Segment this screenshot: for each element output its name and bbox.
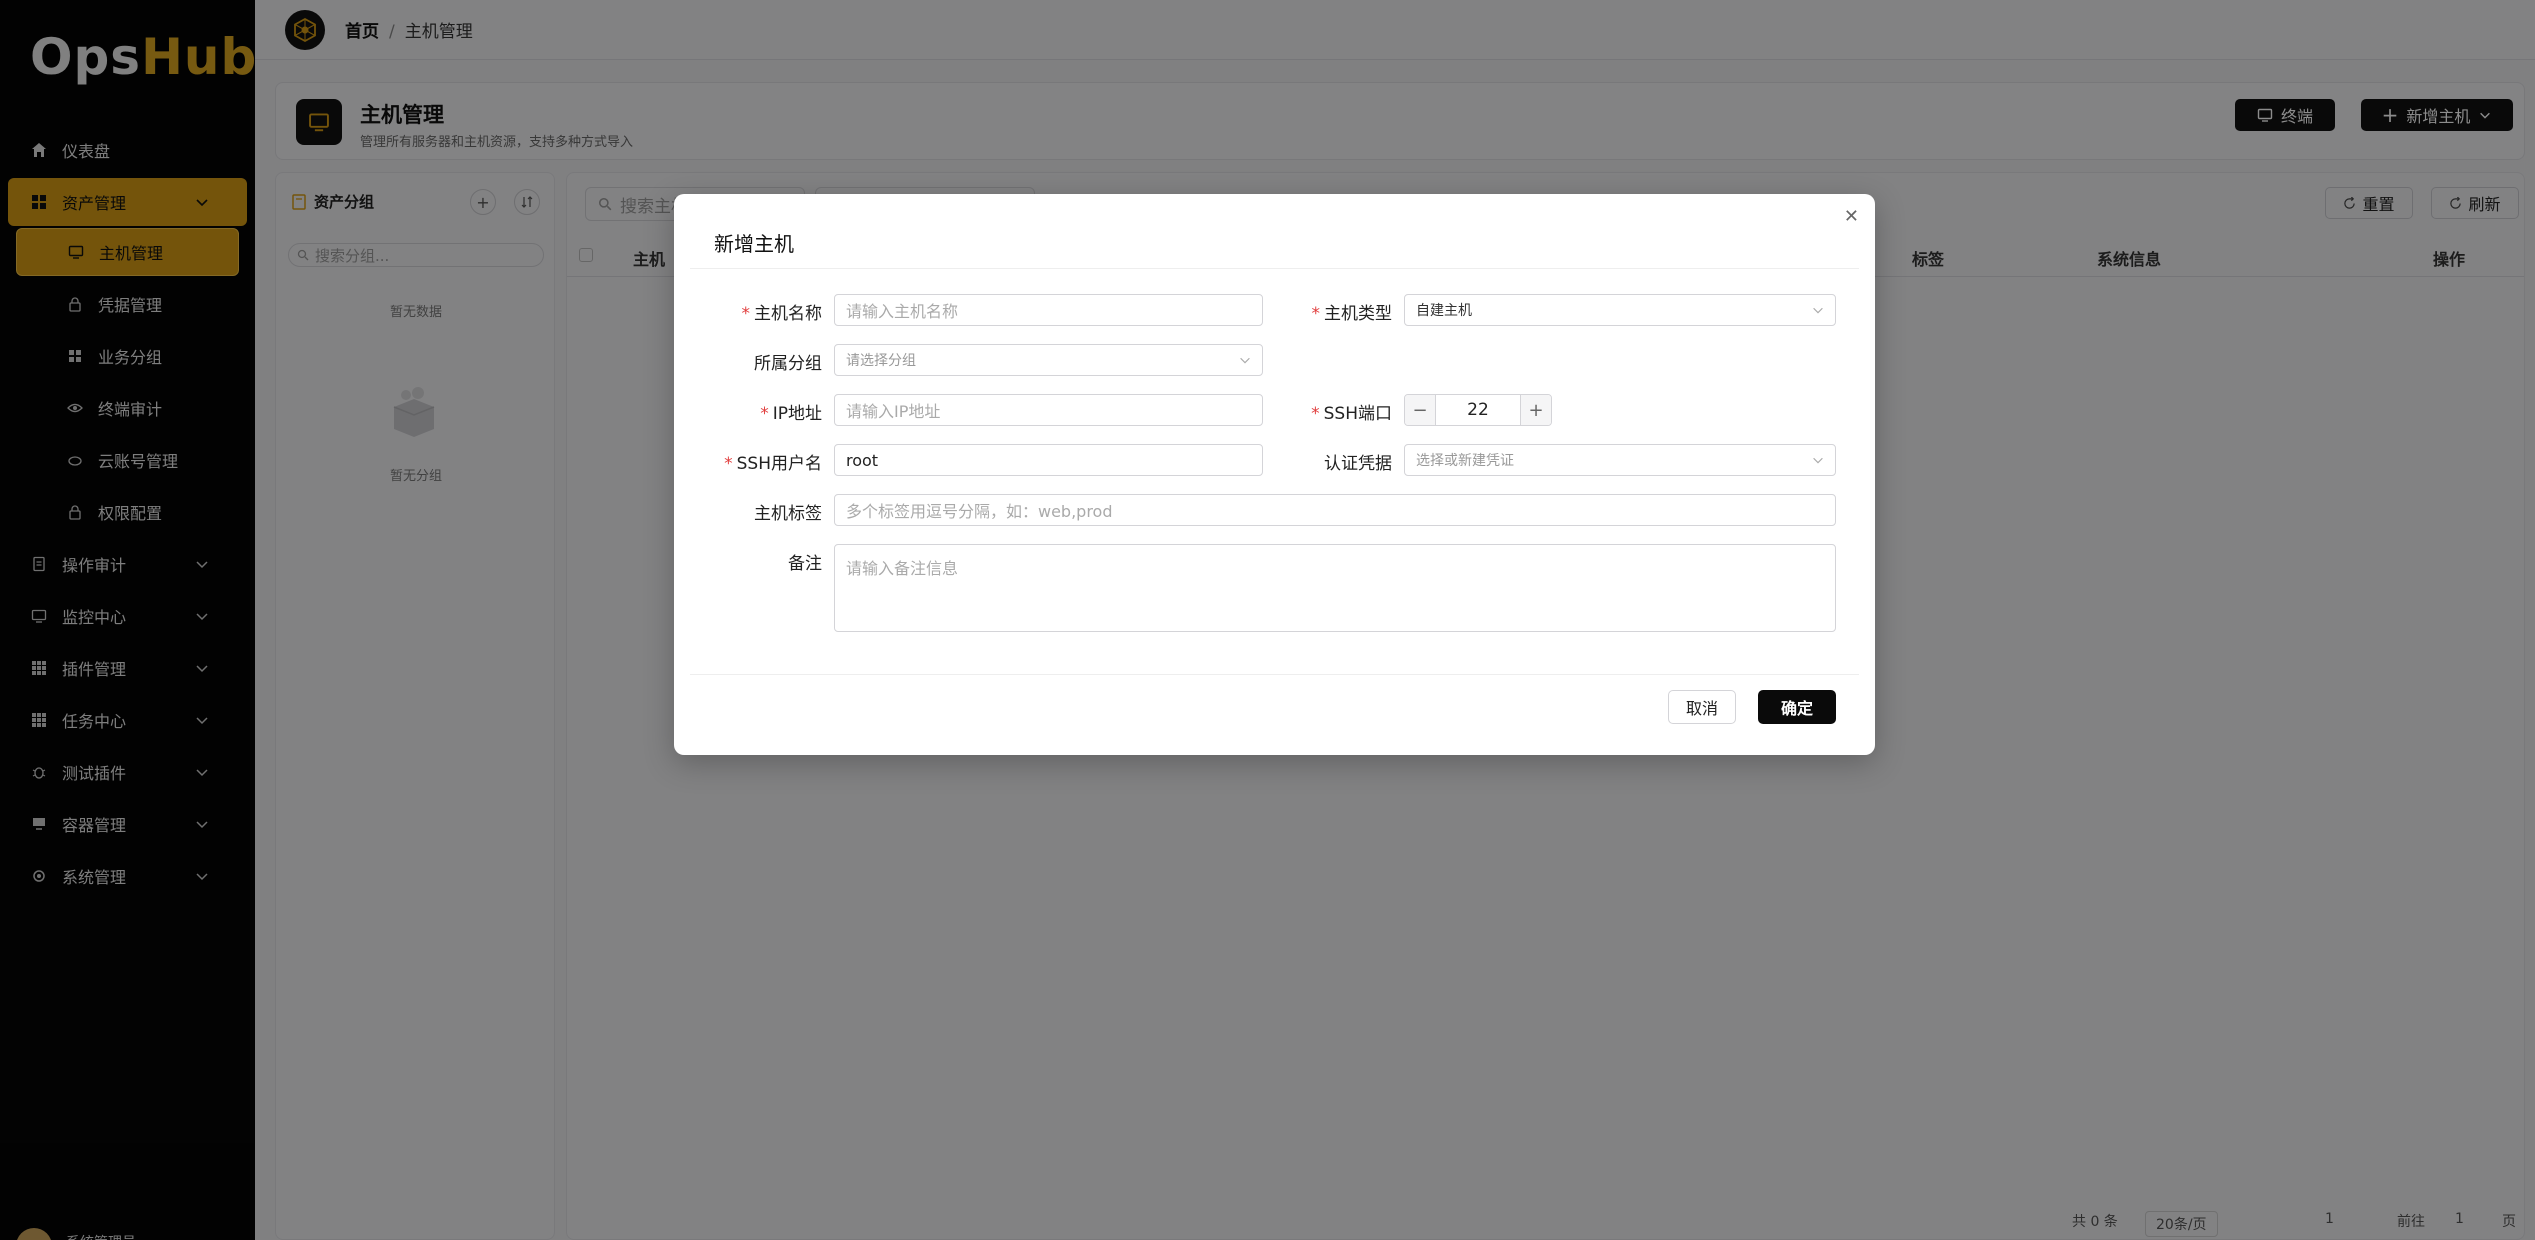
host-name-placeholder: 请输入主机名称 (846, 302, 959, 321)
host-type-label: * 主机类型 (1311, 304, 1393, 324)
remark-label: 备注 (788, 554, 822, 574)
credential-placeholder: 选择或新建凭证 (1416, 453, 1514, 469)
ssh-port-label: * SSH端口 (1311, 404, 1392, 424)
confirm-button[interactable]: 确定 (1758, 690, 1836, 724)
confirm-button-label: 确定 (1780, 699, 1813, 718)
add-host-dialog: 新增主机 ✕ * 主机名称 请输入主机名称 * 主机类型 自建主机 所属分组 请选择… (674, 194, 1875, 755)
ssh-user-value: root (846, 450, 879, 470)
host-type-value: 自建主机 (1416, 303, 1472, 319)
cancel-button-label: 取消 (1685, 699, 1718, 718)
ip-placeholder: 请输入IP地址 (846, 402, 941, 421)
chevron-down-icon (1813, 307, 1823, 314)
close-icon[interactable]: ✕ (1844, 206, 1859, 227)
tags-input[interactable]: 多个标签用逗号分隔，如：web,prod (834, 494, 1836, 526)
chevron-down-icon (1813, 457, 1823, 464)
ssh-port-value[interactable]: 22 (1435, 395, 1521, 425)
decrement-button[interactable]: − (1405, 395, 1435, 425)
chevron-down-icon (1240, 357, 1250, 364)
ssh-user-label: * SSH用户名 (724, 454, 822, 474)
host-name-input[interactable]: 请输入主机名称 (834, 294, 1263, 326)
divider (690, 674, 1859, 675)
ip-input[interactable]: 请输入IP地址 (834, 394, 1263, 426)
increment-button[interactable]: + (1521, 395, 1551, 425)
host-type-select[interactable]: 自建主机 (1404, 294, 1836, 326)
group-placeholder: 请选择分组 (846, 353, 916, 369)
tags-placeholder: 多个标签用逗号分隔，如：web,prod (846, 502, 1113, 521)
group-label: 所属分组 (754, 354, 822, 374)
tags-label: 主机标签 (754, 504, 822, 524)
credential-select[interactable]: 选择或新建凭证 (1404, 444, 1836, 476)
host-name-label: * 主机名称 (741, 304, 823, 324)
ssh-user-input[interactable]: root (834, 444, 1263, 476)
ip-label: * IP地址 (760, 404, 822, 424)
remark-textarea[interactable]: 请输入备注信息 (834, 544, 1836, 632)
cancel-button[interactable]: 取消 (1668, 690, 1736, 724)
ssh-port-stepper[interactable]: − 22 + (1404, 394, 1552, 426)
divider (690, 268, 1859, 269)
group-select[interactable]: 请选择分组 (834, 344, 1263, 376)
remark-placeholder: 请输入备注信息 (846, 559, 959, 578)
credential-label: 认证凭据 (1324, 454, 1392, 474)
dialog-title: 新增主机 (714, 232, 794, 256)
